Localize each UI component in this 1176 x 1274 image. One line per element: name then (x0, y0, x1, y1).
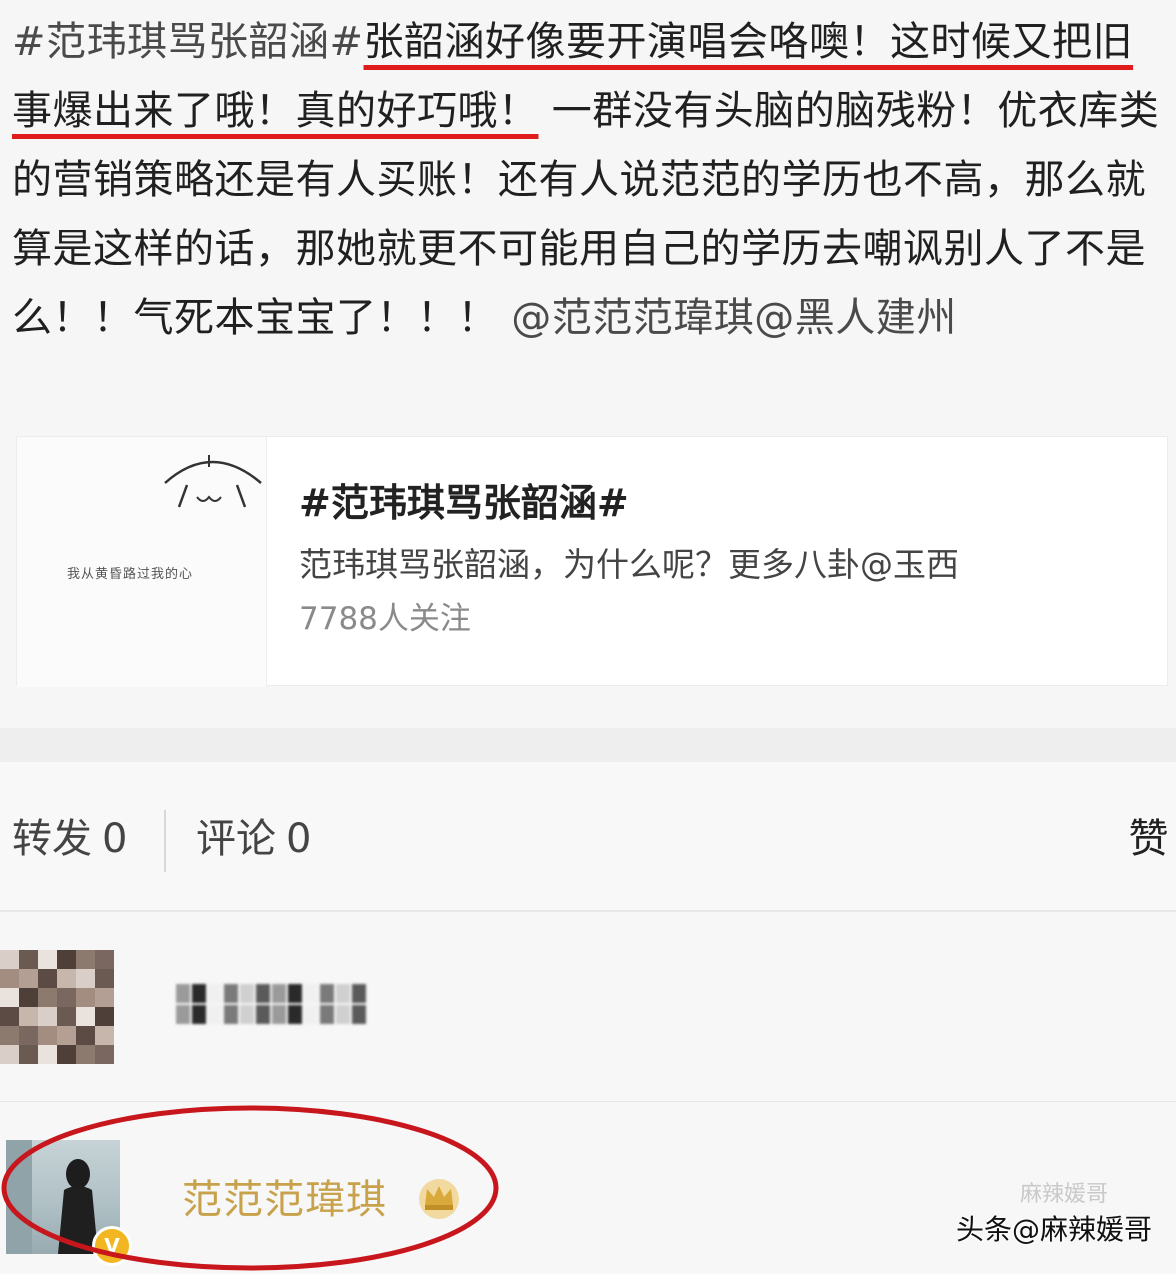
pixel-block (57, 969, 76, 988)
pixel-block (38, 1045, 57, 1064)
repost-count: 0 (102, 816, 128, 862)
pixel-block (19, 1026, 38, 1045)
pixel-block (19, 1045, 38, 1064)
comment-label: 评论 (196, 816, 276, 862)
pixel-block (192, 984, 206, 1003)
pixel-block (57, 1026, 76, 1045)
pixel-block (0, 1007, 19, 1026)
pixel-block (0, 1045, 19, 1064)
pixel-block (224, 1005, 238, 1024)
post-body: #范玮琪骂张韶涵#张韶涵好像要开演唱会咯噢！这时候又把旧事爆出来了哦！真的好巧哦… (12, 8, 1172, 353)
pixel-block (76, 988, 95, 1007)
pixel-block (76, 950, 95, 969)
pixel-block (76, 1026, 95, 1045)
pixel-block (19, 969, 38, 988)
like-button[interactable]: 赞3 (1129, 814, 1176, 864)
pixel-block (176, 984, 190, 1003)
pixel-block (57, 1007, 76, 1026)
topic-thumbnail: 我从黄昏路过我的心 (17, 437, 267, 687)
like-label: 赞 (1128, 816, 1169, 862)
topic-card[interactable]: 我从黄昏路过我的心 #范玮琪骂张韶涵# 范玮琪骂张韶涵，为什么呢？更多八卦@玉西… (16, 436, 1168, 687)
watermark-handle: @麻辣媛哥 (1011, 1213, 1152, 1246)
repost-label: 转发 (12, 816, 92, 862)
topic-description: 范玮琪骂张韶涵，为什么呢？更多八卦@玉西 (299, 545, 959, 584)
pixel-block (256, 984, 270, 1003)
pixel-block (76, 1045, 95, 1064)
pixel-block (57, 1045, 76, 1064)
pixel-block (38, 1007, 57, 1026)
avatar[interactable] (0, 950, 114, 1064)
weibo-post-screenshot: #范玮琪骂张韶涵#张韶涵好像要开演唱会咯噢！这时候又把旧事爆出来了哦！真的好巧哦… (0, 0, 1176, 1274)
pixel-block (0, 1026, 19, 1045)
pixel-block (352, 984, 366, 1003)
pixel-block (0, 988, 19, 1007)
pixel-block (272, 1005, 286, 1024)
comment-count: 0 (286, 816, 312, 862)
pixel-block (352, 1005, 366, 1024)
pixel-block (288, 984, 302, 1003)
pixel-block (304, 984, 318, 1003)
blurred-username[interactable] (176, 984, 366, 1024)
pixel-block (320, 1005, 334, 1024)
vip-badge-icon: V (92, 1226, 132, 1266)
pixel-block (0, 969, 19, 988)
pixel-block (208, 984, 222, 1003)
pixel-block (176, 1005, 190, 1024)
topic-title[interactable]: #范玮琪骂张韶涵# (299, 477, 1147, 529)
pixel-block (95, 1026, 114, 1045)
post-hashtag[interactable]: #范玮琪骂张韶涵# (12, 19, 364, 65)
post-mentions[interactable]: @范范范瑋琪@黑人建州 (511, 295, 957, 341)
pixel-block (57, 950, 76, 969)
watermark-ghost: 麻辣媛哥 (1020, 1182, 1109, 1207)
pixel-block (320, 984, 334, 1003)
pixel-block (208, 1005, 222, 1024)
pixel-block (95, 969, 114, 988)
crown-icon (419, 1179, 459, 1219)
pixel-block (224, 984, 238, 1003)
topic-info: #范玮琪骂张韶涵# 范玮琪骂张韶涵，为什么呢？更多八卦@玉西 7788人关注 (299, 477, 1147, 641)
topic-followers: 7788人关注 (299, 601, 471, 637)
pixel-block (240, 984, 254, 1003)
pixel-block (38, 988, 57, 1007)
pixel-block (76, 969, 95, 988)
pixel-block (19, 988, 38, 1007)
comment-button[interactable]: 评论 0 (196, 814, 311, 864)
pixel-block (57, 988, 76, 1007)
pixel-block (95, 988, 114, 1007)
repost-button[interactable]: 转发 0 (12, 814, 127, 864)
pixel-block (95, 1007, 114, 1026)
pixel-block (0, 950, 19, 969)
face-doodle-icon (164, 455, 262, 508)
section-divider (0, 728, 1176, 762)
pixel-block (19, 950, 38, 969)
action-separator (164, 810, 166, 872)
pixel-block (304, 1005, 318, 1024)
pixel-block (336, 1005, 350, 1024)
pixel-block (192, 1005, 206, 1024)
watermark: 头条@麻辣媛哥 (956, 1210, 1152, 1250)
pixel-block (38, 950, 57, 969)
pixel-block (76, 1007, 95, 1026)
pixel-block (288, 1005, 302, 1024)
thumbnail-caption: 我从黄昏路过我的心 (67, 567, 194, 582)
watermark-source: 头条 (955, 1213, 1012, 1246)
pixel-block (272, 984, 286, 1003)
pixel-block (19, 1007, 38, 1026)
pixel-block (336, 984, 350, 1003)
pixel-block (38, 969, 57, 988)
pixel-block (240, 1005, 254, 1024)
comment-username[interactable]: 范范范瑋琪 (182, 1174, 387, 1226)
pixel-block (256, 1005, 270, 1024)
pixel-block (95, 1045, 114, 1064)
pixel-block (38, 1026, 57, 1045)
comment-row[interactable] (0, 912, 1176, 1102)
action-bar: 转发0 评论0 赞3 (0, 762, 1176, 912)
pixel-block (95, 950, 114, 969)
